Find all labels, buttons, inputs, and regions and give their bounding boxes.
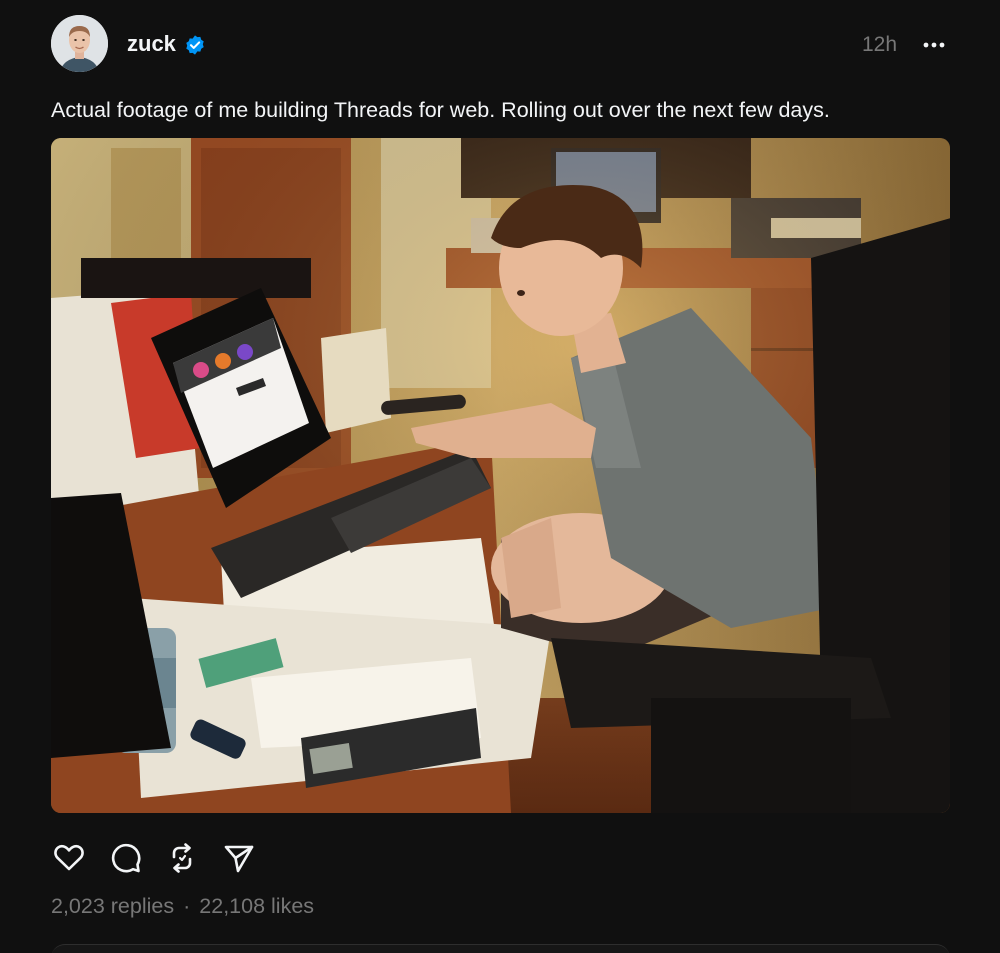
post-caption: Actual footage of me building Threads fo… <box>51 98 830 122</box>
next-post-card <box>51 944 950 953</box>
heart-icon[interactable] <box>51 840 87 876</box>
thread-post: zuck 12h Actual footage of me building T… <box>0 0 1000 953</box>
post-timestamp: 12h <box>862 33 898 56</box>
verified-badge-icon <box>186 35 204 55</box>
avatar[interactable] <box>51 15 108 72</box>
comment-bubble-icon[interactable] <box>108 840 144 876</box>
post-stats: 2,023 replies · 22,108 likes <box>51 891 314 921</box>
likes-count[interactable]: 22,108 likes <box>199 894 314 918</box>
replies-count[interactable]: 2,023 replies <box>51 894 174 918</box>
send-icon[interactable] <box>221 840 257 876</box>
more-horizontal-icon[interactable] <box>918 33 950 57</box>
stats-separator: · <box>183 894 191 918</box>
username[interactable]: zuck <box>127 29 176 59</box>
repost-icon[interactable] <box>164 840 200 876</box>
post-photo[interactable] <box>51 138 950 813</box>
